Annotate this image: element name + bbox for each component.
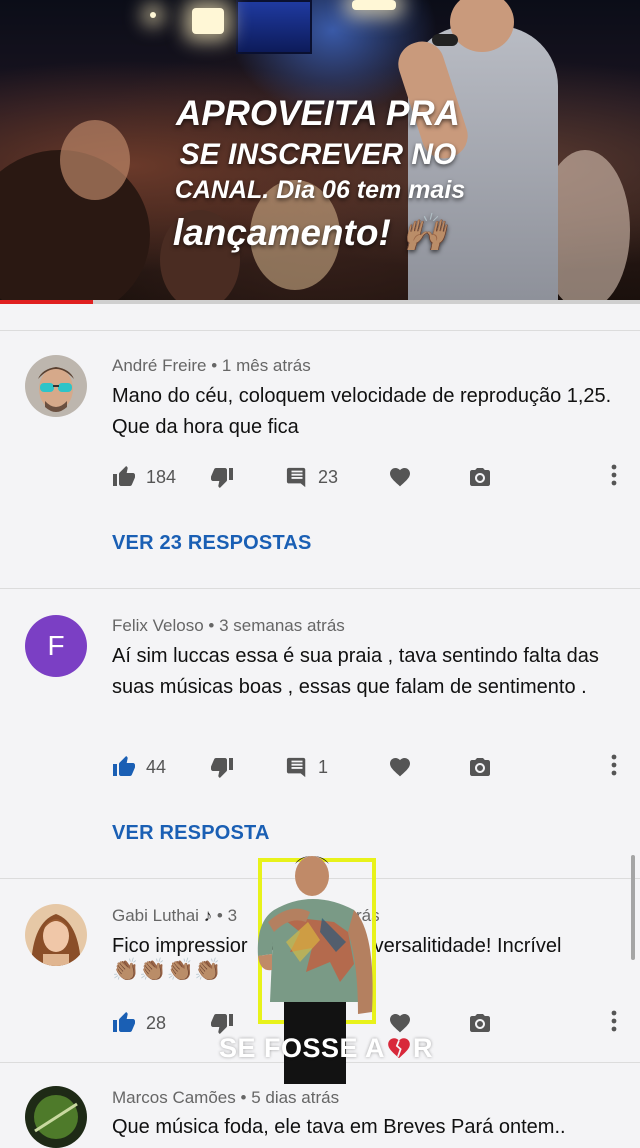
reply-comment-icon <box>286 466 308 488</box>
heart-icon <box>388 755 412 779</box>
reply-button[interactable]: 23 <box>286 462 338 492</box>
comment-meta: Felix Veloso • 3 semanas atrás <box>112 616 345 636</box>
view-replies-link[interactable]: VER RESPOSTA <box>112 822 270 845</box>
avatar-letter: F <box>47 630 65 661</box>
thumb-down-icon <box>210 755 234 779</box>
music-note-icon: ♪ <box>203 906 213 925</box>
like-button[interactable]: 28 <box>112 1008 166 1038</box>
comment-time: 1 mês atrás <box>221 356 311 375</box>
avatar[interactable] <box>25 1086 87 1148</box>
camera-button[interactable] <box>468 752 492 782</box>
like-count: 28 <box>146 1012 167 1033</box>
dislike-button[interactable] <box>210 752 234 782</box>
comment-actions: 184 23 <box>112 462 622 492</box>
stage-light <box>192 8 224 34</box>
sticker-caption-part: SE FOSSE A <box>218 1033 386 1063</box>
video-caption-line: APROVEITA PRA <box>176 94 460 133</box>
thumb-up-icon <box>112 1011 136 1035</box>
comment-author[interactable]: Gabi Luthai <box>112 906 199 925</box>
meta-separator: • <box>211 356 218 375</box>
more-options-button[interactable] <box>601 464 627 490</box>
avatar[interactable] <box>25 904 87 966</box>
broken-heart-icon <box>386 1035 412 1068</box>
video-progress-bar[interactable] <box>0 300 640 304</box>
heart-button[interactable] <box>388 462 412 492</box>
video-caption-line: SE INSCREVER NO <box>179 138 457 171</box>
more-vert-icon <box>611 754 617 781</box>
like-count: 184 <box>146 466 177 487</box>
divider <box>0 330 640 331</box>
sticker-caption-part: R <box>413 1033 434 1063</box>
camera-button[interactable] <box>468 1008 492 1038</box>
comment-text: Que música foda, ele tava em Breves Pará… <box>112 1116 566 1138</box>
reply-count: 1 <box>318 756 329 777</box>
dislike-button[interactable] <box>210 462 234 492</box>
heart-button[interactable] <box>388 752 412 782</box>
sticker-caption: SE FOSSE A R <box>206 1033 446 1068</box>
thumb-down-icon <box>210 1011 234 1035</box>
video-player[interactable]: APROVEITA PRA SE INSCREVER NO CANAL. Dia… <box>0 0 640 302</box>
thumb-down-icon <box>210 465 234 489</box>
more-vert-icon <box>611 1010 617 1037</box>
comment-meta: Marcos Camões • 5 dias atrás <box>112 1088 339 1108</box>
stage-screen <box>236 0 312 54</box>
scrollbar[interactable] <box>631 855 635 960</box>
comment-time: 5 dias atrás <box>251 1088 340 1107</box>
reply-count: 23 <box>318 466 339 487</box>
reply-comment-icon <box>286 756 308 778</box>
thumb-up-icon <box>112 465 136 489</box>
reply-button[interactable]: 1 <box>286 752 328 782</box>
like-count: 44 <box>146 756 167 777</box>
comment-author[interactable]: Marcos Camões <box>112 1088 236 1107</box>
comment-meta: Gabi Luthai ♪ • 3 <box>112 906 237 926</box>
meta-separator: • <box>216 906 223 925</box>
comment-author[interactable]: André Freire <box>112 356 206 375</box>
avatar[interactable] <box>25 355 87 417</box>
comment-author[interactable]: Felix Veloso <box>112 616 204 635</box>
video-caption-line: lançamento! 🙌🏽 <box>172 212 448 253</box>
thumb-up-icon <box>112 755 136 779</box>
stage-light <box>352 0 396 10</box>
comment-text: Aí sim luccas essa é sua praia , tava se… <box>112 645 599 698</box>
meta-separator: • <box>240 1088 247 1107</box>
stage-light <box>150 12 156 18</box>
avatar[interactable]: F <box>25 615 87 677</box>
comment-actions: 44 1 <box>112 752 622 782</box>
divider <box>0 588 640 589</box>
more-options-button[interactable] <box>601 1010 627 1036</box>
view-replies-link[interactable]: VER 23 RESPOSTAS <box>112 532 312 555</box>
like-button[interactable]: 44 <box>112 752 166 782</box>
comment-time-partial: 3 <box>227 906 238 925</box>
video-caption-line: CANAL. Dia 06 tem mais <box>174 176 466 204</box>
meta-separator: • <box>208 616 215 635</box>
camera-icon <box>468 465 492 489</box>
comment-text-part: Fico impressior <box>112 935 248 957</box>
camera-icon <box>468 1011 492 1035</box>
more-options-button[interactable] <box>601 754 627 780</box>
camera-icon <box>468 755 492 779</box>
comment-time: 3 semanas atrás <box>219 616 345 635</box>
comment-meta: André Freire • 1 mês atrás <box>112 356 311 376</box>
heart-icon <box>388 465 412 489</box>
more-vert-icon <box>611 464 617 491</box>
like-button[interactable]: 184 <box>112 462 176 492</box>
camera-button[interactable] <box>468 462 492 492</box>
video-progress-fill <box>0 300 93 304</box>
comment-text: Mano do céu, coloquem velocidade de repr… <box>112 385 612 438</box>
heart-icon <box>388 1011 412 1035</box>
microphone <box>432 34 458 46</box>
